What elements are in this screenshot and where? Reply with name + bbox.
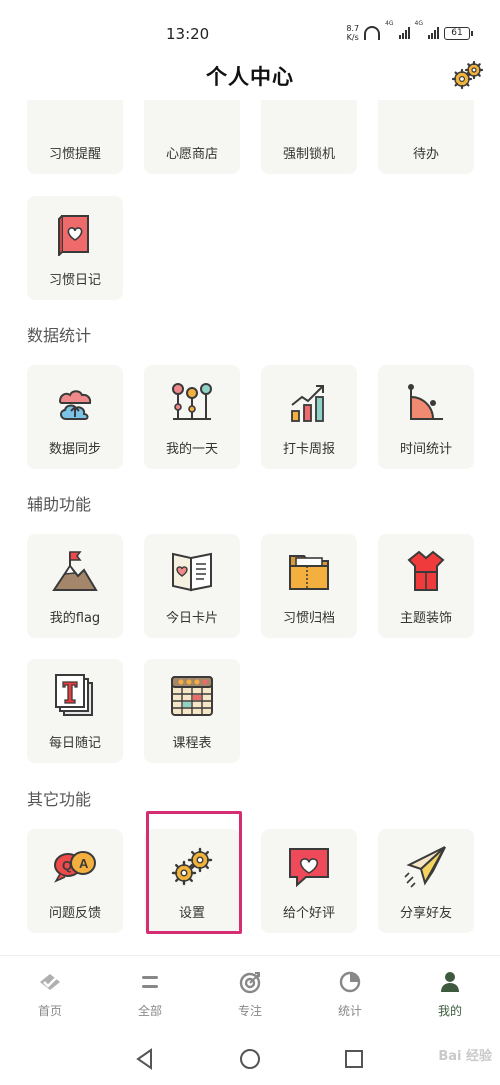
card-data-sync[interactable]: 数据同步 bbox=[27, 365, 123, 469]
svg-text:A: A bbox=[79, 856, 89, 871]
heart-card-icon bbox=[172, 552, 212, 592]
card-my-flag[interactable]: 我的flag bbox=[27, 534, 123, 638]
gears-icon[interactable] bbox=[450, 60, 486, 90]
card-rate-us[interactable]: 给个好评 bbox=[261, 829, 357, 933]
card-force-lock[interactable]: 强制锁机 bbox=[261, 100, 357, 174]
heart-message-icon bbox=[289, 848, 329, 888]
card-label: 习惯归档 bbox=[282, 611, 335, 626]
card-wish-store[interactable]: 心愿商店 bbox=[144, 100, 240, 174]
card-label: 我的一天 bbox=[165, 442, 218, 457]
card-label: 心愿商店 bbox=[165, 147, 218, 162]
card-label: 主题装饰 bbox=[399, 611, 452, 626]
tab-label: 统计 bbox=[337, 1004, 362, 1018]
stats-pie-icon bbox=[339, 971, 361, 993]
qa-bubble-icon: Q A bbox=[54, 851, 96, 883]
card-today-card[interactable]: 今日卡片 bbox=[144, 534, 240, 638]
shopping-cart-icon bbox=[169, 100, 215, 102]
card-share-friends[interactable]: 分享好友 bbox=[378, 829, 474, 933]
network-speed-value: 8.7 bbox=[346, 24, 360, 33]
section-title-data-stats: 数据统计 bbox=[27, 326, 92, 345]
tab-all[interactable]: 全部 bbox=[120, 970, 180, 1019]
content-area: 习惯提醒 心愿商店 强制锁机 待办 习惯日记 数据统计 数据同步 我的一天 打卡… bbox=[0, 100, 500, 955]
signal-icon-2 bbox=[428, 27, 439, 39]
dress-icon bbox=[407, 550, 445, 591]
status-bar: 13:20 8.7 K/s 4G 4G 61 bbox=[0, 0, 500, 52]
signal-icon bbox=[398, 27, 410, 39]
cloud-sync-icon bbox=[58, 390, 92, 420]
recents-icon[interactable] bbox=[342, 1047, 366, 1071]
card-theme-decor[interactable]: 主题装饰 bbox=[378, 534, 474, 638]
pie-chart-icon bbox=[408, 384, 443, 420]
card-label: 给个好评 bbox=[282, 906, 335, 921]
todo-note-icon bbox=[403, 100, 449, 102]
tab-stats[interactable]: 统计 bbox=[320, 970, 380, 1019]
paper-plane-icon bbox=[404, 846, 446, 888]
svg-text:Q: Q bbox=[62, 858, 72, 873]
tab-mine[interactable]: 我的 bbox=[420, 970, 480, 1019]
timeline-icon bbox=[172, 383, 212, 420]
calendar-icon bbox=[171, 676, 213, 716]
section-title-aux: 辅助功能 bbox=[27, 495, 92, 514]
card-schedule[interactable]: 课程表 bbox=[144, 659, 240, 763]
page-title: 个人中心 bbox=[206, 65, 294, 89]
card-todo[interactable]: 待办 bbox=[378, 100, 474, 174]
card-label: 习惯日记 bbox=[48, 273, 101, 288]
home-check-icon bbox=[40, 974, 60, 990]
network-speed: 8.7 K/s bbox=[346, 24, 359, 42]
card-label: 课程表 bbox=[172, 736, 212, 751]
tab-label: 我的 bbox=[437, 1004, 462, 1018]
tab-focus[interactable]: 专注 bbox=[220, 970, 280, 1019]
bar-chart-icon bbox=[291, 385, 324, 422]
list-icon bbox=[142, 976, 158, 988]
card-label: 每日随记 bbox=[48, 736, 101, 751]
settings-highlight-box bbox=[146, 811, 242, 934]
card-weekly-report[interactable]: 打卡周报 bbox=[261, 365, 357, 469]
card-time-stats[interactable]: 时间统计 bbox=[378, 365, 474, 469]
status-indicators: 8.7 K/s 4G 4G 61 bbox=[346, 20, 473, 46]
card-habit-archive[interactable]: 习惯归档 bbox=[261, 534, 357, 638]
card-label: 问题反馈 bbox=[48, 906, 101, 921]
status-time: 13:20 bbox=[166, 25, 210, 43]
card-label: 今日卡片 bbox=[165, 611, 218, 626]
header: 个人中心 bbox=[0, 54, 500, 100]
card-label: 分享好友 bbox=[399, 906, 452, 921]
card-daily-notes[interactable]: 每日随记 bbox=[27, 659, 123, 763]
person-icon bbox=[441, 972, 459, 992]
tab-label: 首页 bbox=[37, 1004, 62, 1018]
tab-home[interactable]: 首页 bbox=[20, 970, 80, 1019]
network-speed-unit: K/s bbox=[346, 33, 359, 42]
bottom-tab-bar: 首页 全部 专注 统计 我的 bbox=[0, 955, 500, 1033]
card-label: 待办 bbox=[412, 147, 439, 162]
home-icon[interactable] bbox=[238, 1047, 262, 1071]
card-label: 我的flag bbox=[49, 611, 101, 626]
card-label: 强制锁机 bbox=[282, 147, 335, 162]
card-my-day[interactable]: 我的一天 bbox=[144, 365, 240, 469]
back-icon[interactable] bbox=[133, 1047, 157, 1071]
card-label: 数据同步 bbox=[48, 442, 101, 457]
battery-icon: 61 bbox=[444, 26, 473, 40]
alarm-clock-icon bbox=[52, 100, 98, 102]
card-feedback[interactable]: Q A 问题反馈 bbox=[27, 829, 123, 933]
card-label: 习惯提醒 bbox=[48, 147, 101, 162]
card-label: 时间统计 bbox=[399, 442, 452, 457]
folder-icon bbox=[289, 555, 329, 590]
tab-label: 专注 bbox=[237, 1004, 262, 1018]
heart-book-icon bbox=[58, 215, 89, 256]
watermark: Bai 经验 bbox=[438, 1049, 492, 1064]
section-title-other: 其它功能 bbox=[27, 790, 92, 809]
sim1-label: 4G bbox=[385, 20, 394, 27]
text-note-icon bbox=[55, 674, 93, 716]
card-label: 打卡周报 bbox=[282, 442, 335, 457]
tab-label: 全部 bbox=[137, 1004, 162, 1018]
system-nav-bar bbox=[0, 1033, 500, 1085]
mountain-flag-icon bbox=[52, 551, 98, 591]
card-habit-diary[interactable]: 习惯日记 bbox=[27, 196, 123, 300]
sim2-label: 4G bbox=[414, 20, 423, 27]
focus-target-icon bbox=[239, 972, 261, 994]
lock-phone-icon bbox=[286, 100, 332, 102]
hotspot-icon bbox=[364, 26, 381, 40]
card-habit-reminder[interactable]: 习惯提醒 bbox=[27, 100, 123, 174]
